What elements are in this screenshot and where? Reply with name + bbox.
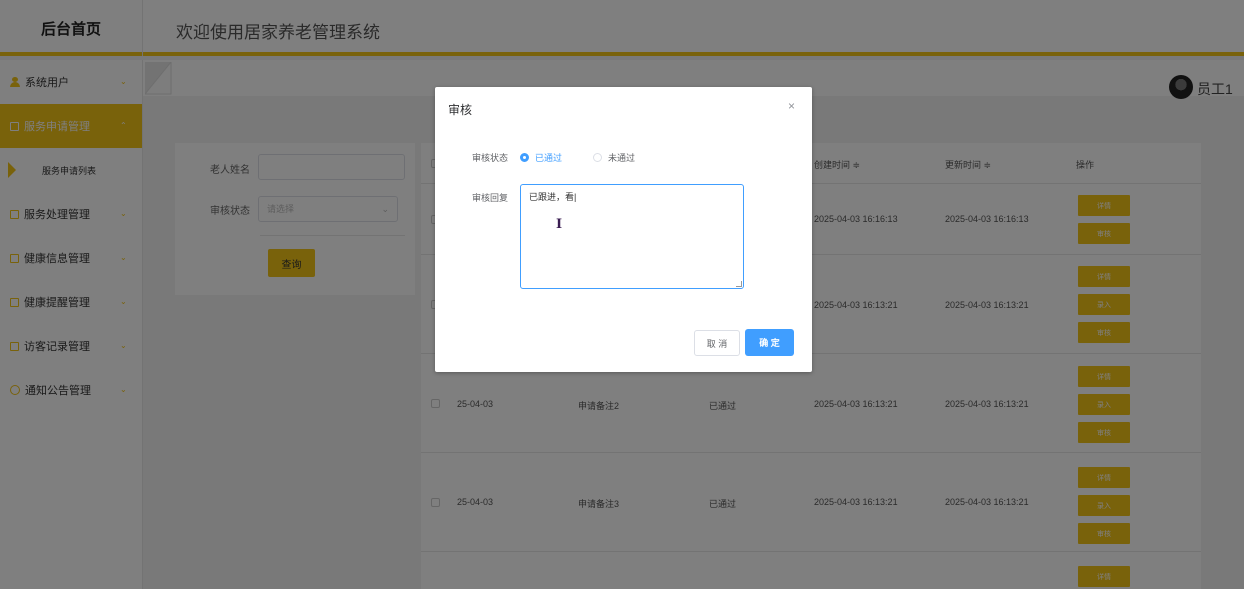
dialog-title: 审核 [448,103,473,117]
review-dialog: 审核 × 审核状态 已通过 未通过 审核回复 已跟进，看| I 取 消 确 定 [435,87,812,372]
review-reply-label: 审核回复 [472,193,509,203]
confirm-button[interactable]: 确 定 [745,329,794,356]
radio-failed-label: 未通过 [608,153,636,163]
resize-handle-icon[interactable] [736,281,742,287]
text-cursor-icon: I [556,217,563,232]
close-icon[interactable]: × [788,99,795,113]
review-status-label: 审核状态 [472,153,509,163]
radio-dot [593,153,602,162]
radio-passed-label: 已通过 [535,153,563,163]
review-reply-textarea[interactable]: 已跟进，看| [520,184,744,289]
radio-passed[interactable]: 已通过 [520,151,562,164]
radio-failed[interactable]: 未通过 [593,151,635,164]
reply-text: 已跟进，看| [529,192,577,202]
cancel-button[interactable]: 取 消 [694,330,740,356]
radio-dot [520,153,529,162]
